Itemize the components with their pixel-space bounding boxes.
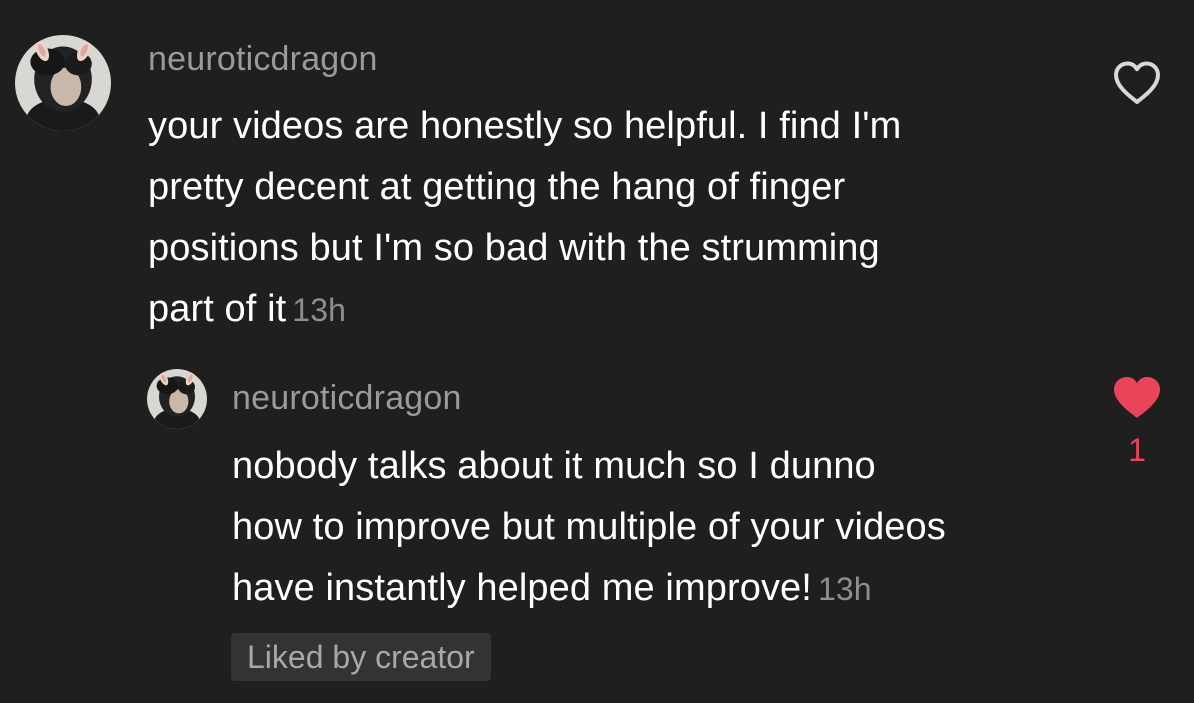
comment-avatar[interactable] xyxy=(15,35,111,131)
comment-like-button[interactable] xyxy=(1112,60,1162,106)
comment-username[interactable]: neuroticdragon xyxy=(148,40,378,79)
reply-timestamp: 13h xyxy=(817,571,872,607)
avatar-image xyxy=(147,369,207,429)
reply-line: nobody talks about it much so I dunno xyxy=(232,445,876,487)
comment-line: positions but I'm so bad with the strumm… xyxy=(148,227,880,269)
reply-like-button[interactable] xyxy=(1112,375,1162,421)
comment-line: part of it 13h xyxy=(148,279,1068,341)
reply-username[interactable]: neuroticdragon xyxy=(232,379,462,418)
reply-line: have instantly helped me improve! 13h xyxy=(232,558,1102,620)
comment-timestamp: 13h xyxy=(292,292,346,328)
reply-body: nobody talks about it much so I dunno ho… xyxy=(232,436,1102,620)
reply-line-text: have instantly helped me improve! xyxy=(232,567,812,609)
reply-avatar[interactable] xyxy=(147,369,207,429)
reply-like-count: 1 xyxy=(1128,432,1146,468)
avatar-image xyxy=(15,35,111,131)
comment-body: your videos are honestly so helpful. I f… xyxy=(148,96,1068,341)
comments-panel: neuroticdragon your videos are honestly … xyxy=(0,0,1194,703)
liked-by-creator-badge: Liked by creator xyxy=(231,633,491,681)
heart-filled-icon xyxy=(1114,377,1160,418)
reply-line: how to improve but multiple of your vide… xyxy=(232,506,946,548)
comment-line: your videos are honestly so helpful. I f… xyxy=(148,105,902,147)
comment-line-text: part of it xyxy=(148,288,287,330)
comment-line: pretty decent at getting the hang of fin… xyxy=(148,166,846,208)
heart-outline-icon xyxy=(1114,61,1160,104)
